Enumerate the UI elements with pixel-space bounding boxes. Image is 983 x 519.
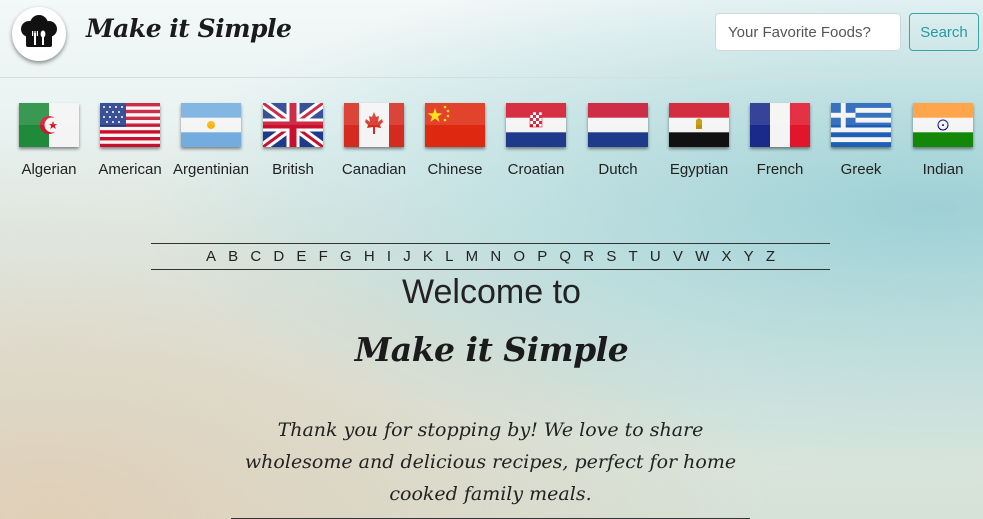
letter-link[interactable]: V bbox=[667, 248, 689, 265]
intro-text: Thank you for stopping by! We love to sh… bbox=[231, 414, 750, 519]
greece-flag-icon bbox=[831, 103, 891, 147]
letter-link[interactable]: L bbox=[439, 248, 460, 265]
cuisine-item-dutch[interactable]: Dutch bbox=[573, 100, 663, 185]
welcome-heading: Welcome to bbox=[402, 273, 581, 311]
cuisine-label: Canadian bbox=[341, 161, 407, 178]
cuisine-label: Algerian bbox=[21, 161, 77, 178]
letter-link[interactable]: Q bbox=[553, 248, 577, 265]
letter-link[interactable]: F bbox=[313, 248, 334, 265]
letter-link[interactable]: N bbox=[484, 248, 507, 265]
letter-link[interactable]: Y bbox=[738, 248, 760, 265]
search-button[interactable]: Search bbox=[909, 13, 979, 51]
cuisine-item-argentinian[interactable]: Argentinian bbox=[166, 100, 256, 185]
cuisine-item-egyptian[interactable]: Egyptian bbox=[654, 100, 744, 185]
letter-link[interactable]: C bbox=[244, 248, 267, 265]
cuisine-item-french[interactable]: French bbox=[735, 100, 825, 185]
letter-link[interactable]: T bbox=[622, 248, 643, 265]
india-flag-icon bbox=[913, 103, 973, 147]
chef-hat-logo-icon[interactable] bbox=[12, 7, 66, 61]
letter-link[interactable]: H bbox=[358, 248, 381, 265]
china-flag-icon bbox=[425, 103, 485, 147]
letter-link[interactable]: W bbox=[689, 248, 715, 265]
cuisine-label: Argentinian bbox=[173, 161, 249, 178]
cuisine-item-british[interactable]: British bbox=[248, 100, 338, 185]
letter-link[interactable]: M bbox=[460, 248, 485, 265]
letter-link[interactable]: G bbox=[334, 248, 358, 265]
cuisine-label: Egyptian bbox=[669, 161, 729, 178]
argentina-flag-icon bbox=[181, 103, 241, 147]
canada-flag-icon bbox=[344, 103, 404, 147]
letter-link[interactable]: J bbox=[397, 248, 417, 265]
letter-link[interactable]: U bbox=[644, 248, 667, 265]
letter-link[interactable]: O bbox=[507, 248, 531, 265]
croatia-flag-icon bbox=[506, 103, 566, 147]
uk-flag-icon bbox=[263, 103, 323, 147]
cuisine-label: Greek bbox=[840, 161, 882, 178]
cuisine-item-chinese[interactable]: Chinese bbox=[410, 100, 500, 185]
cuisine-label: Indian bbox=[922, 161, 964, 178]
cuisine-flag-list: Algerian American Argentinian British Ca… bbox=[0, 100, 983, 185]
letter-link[interactable]: B bbox=[222, 248, 244, 265]
cuisine-label: Dutch bbox=[598, 161, 638, 178]
welcome-brand-title: Make it Simple bbox=[354, 330, 629, 369]
cuisine-item-indian[interactable]: Indian bbox=[898, 100, 983, 185]
letter-link[interactable]: P bbox=[531, 248, 553, 265]
cuisine-label: Croatian bbox=[507, 161, 565, 178]
cuisine-label: British bbox=[272, 161, 314, 178]
cuisine-item-canadian[interactable]: Canadian bbox=[329, 100, 419, 185]
letter-link[interactable]: I bbox=[381, 248, 397, 265]
navbar: Make it Simple Search bbox=[0, 0, 983, 78]
cuisine-label: French bbox=[756, 161, 804, 178]
letter-link[interactable]: K bbox=[417, 248, 439, 265]
egypt-flag-icon bbox=[669, 103, 729, 147]
search-input[interactable] bbox=[715, 13, 901, 51]
cuisine-item-american[interactable]: American bbox=[85, 100, 175, 185]
cuisine-label: Chinese bbox=[427, 161, 483, 178]
letter-link[interactable]: S bbox=[600, 248, 622, 265]
letter-link[interactable]: R bbox=[577, 248, 600, 265]
cuisine-item-croatian[interactable]: Croatian bbox=[491, 100, 581, 185]
letter-link[interactable]: D bbox=[267, 248, 290, 265]
letter-link[interactable]: X bbox=[715, 248, 737, 265]
letter-link[interactable]: Z bbox=[760, 248, 781, 265]
algeria-flag-icon bbox=[19, 103, 79, 147]
netherlands-flag-icon bbox=[588, 103, 648, 147]
cuisine-label: American bbox=[98, 161, 162, 178]
france-flag-icon bbox=[750, 103, 810, 147]
cuisine-item-algerian[interactable]: Algerian bbox=[4, 100, 94, 185]
letter-link[interactable]: A bbox=[200, 248, 222, 265]
alphabet-index: A B C D E F G H I J K L M N O P Q R S T … bbox=[151, 243, 830, 270]
cuisine-item-greek[interactable]: Greek bbox=[816, 100, 906, 185]
brand-title[interactable]: Make it Simple bbox=[86, 14, 292, 43]
usa-flag-icon bbox=[100, 103, 160, 147]
letter-link[interactable]: E bbox=[290, 248, 312, 265]
